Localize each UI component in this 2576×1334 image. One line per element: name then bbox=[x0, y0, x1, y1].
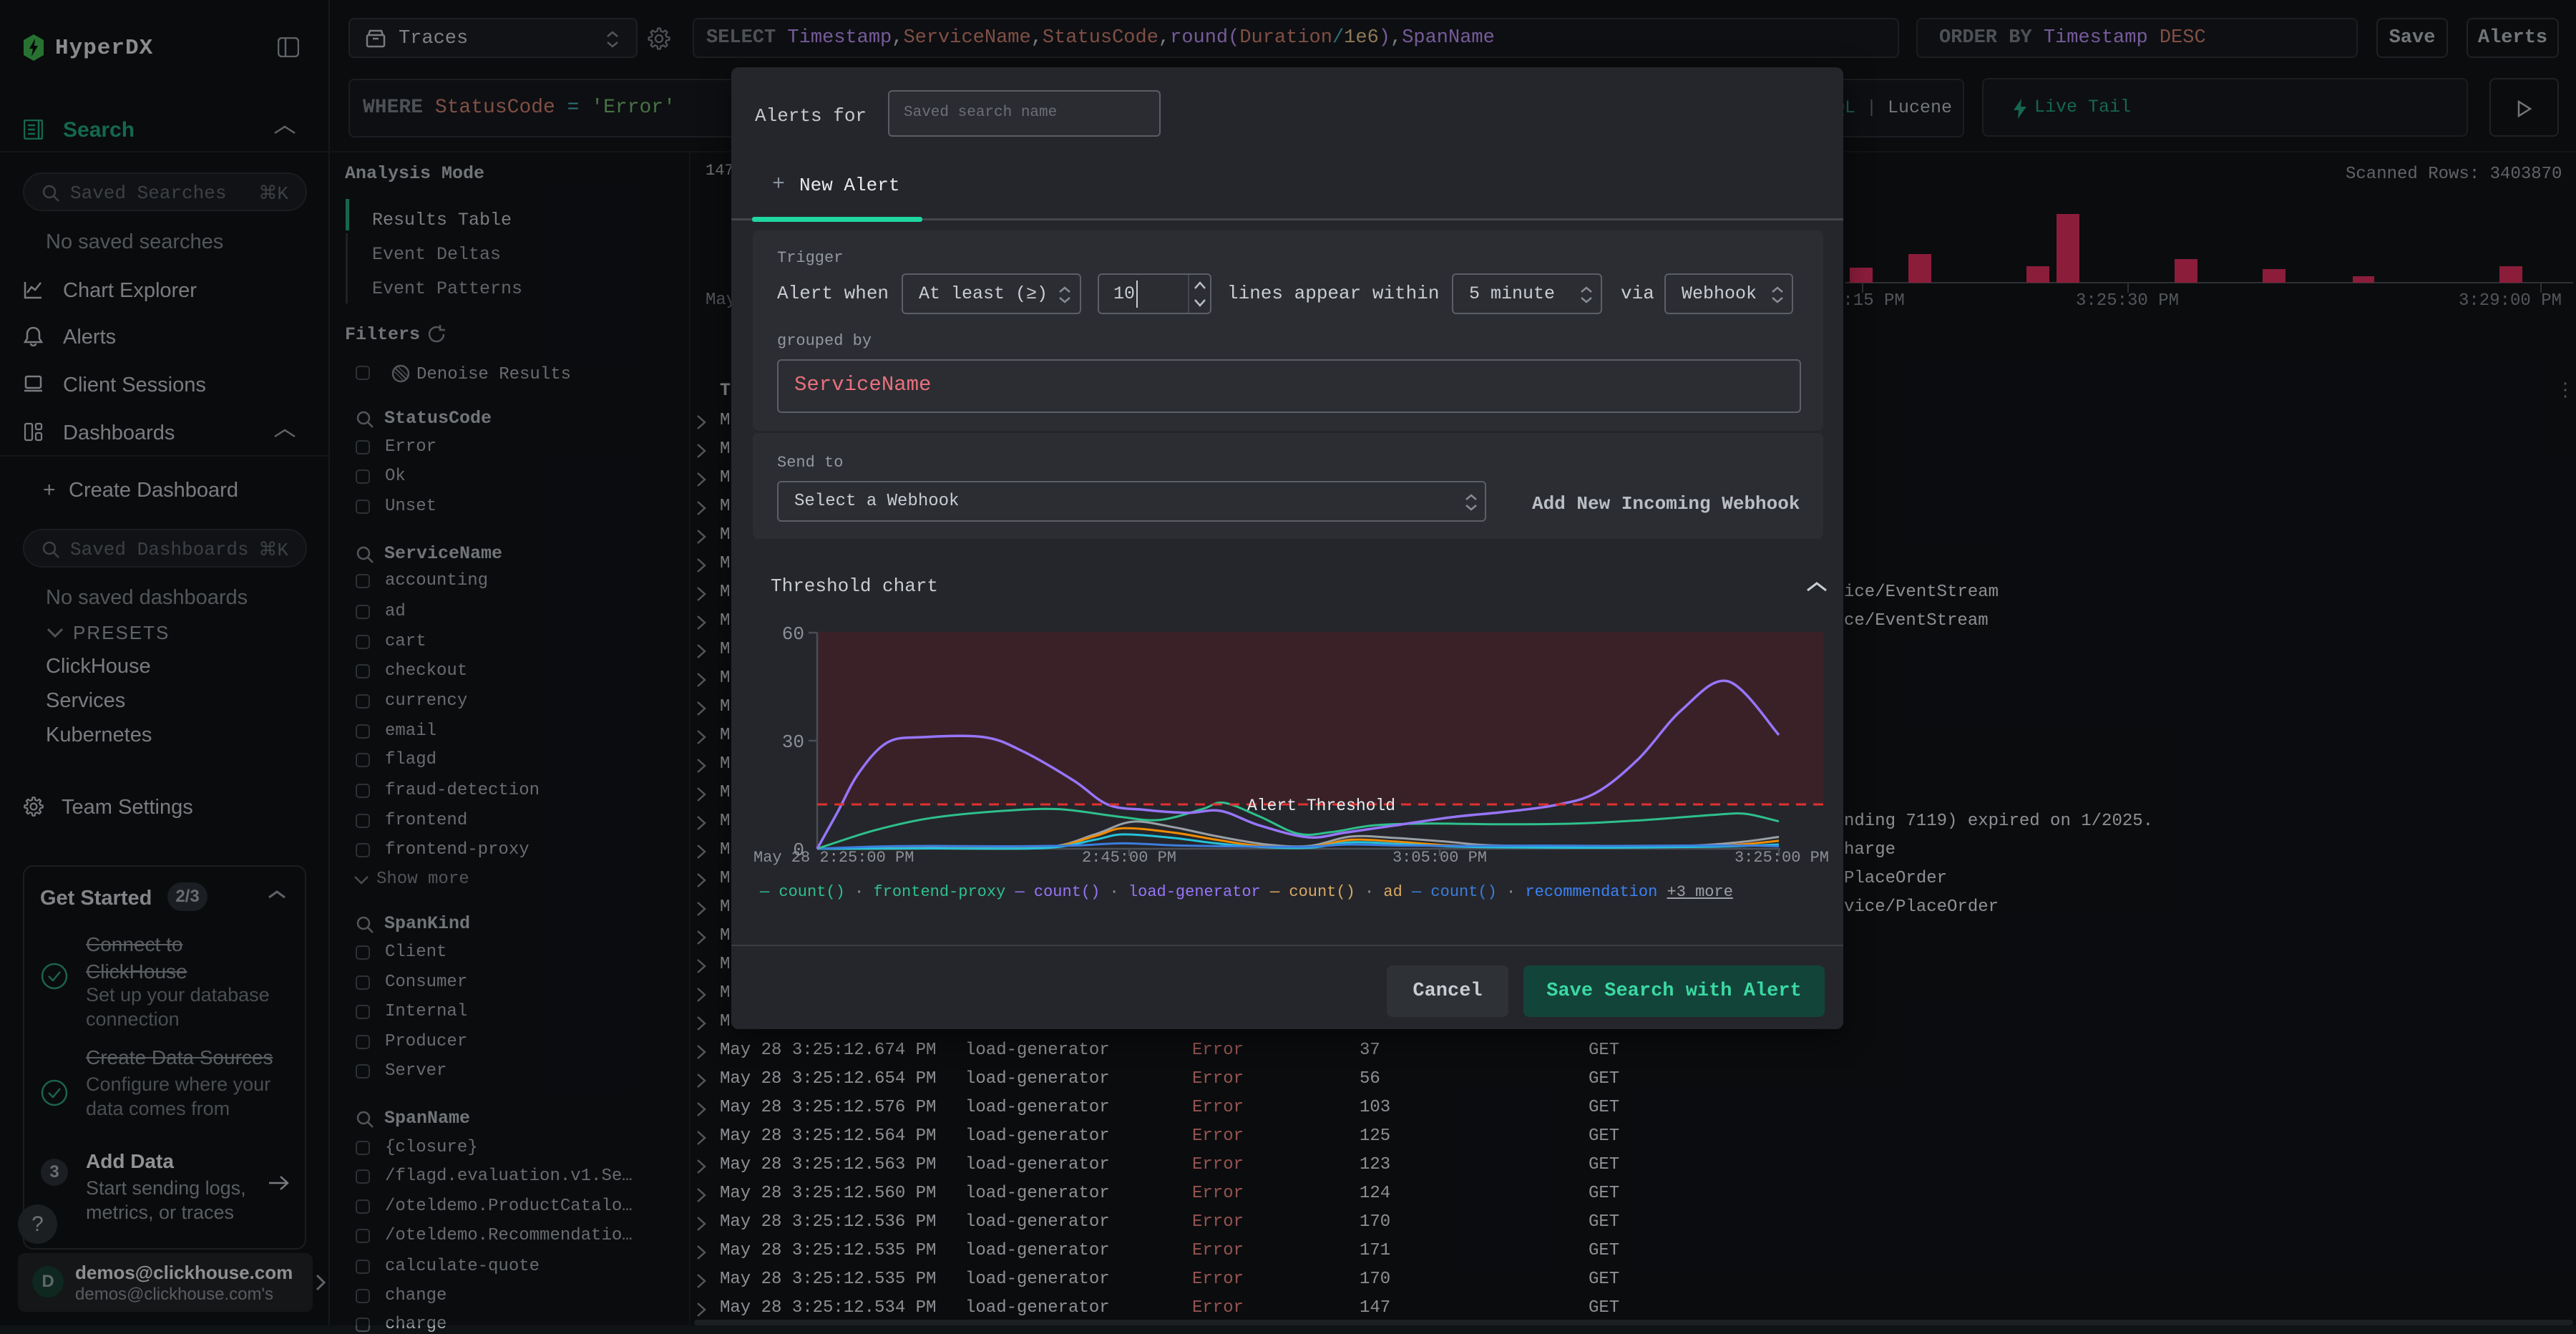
svg-text:Alert Threshold: Alert Threshold bbox=[1247, 797, 1395, 815]
svg-text:2:45:00 PM: 2:45:00 PM bbox=[1082, 849, 1176, 867]
svg-text:May 28 2:25:00 PM: May 28 2:25:00 PM bbox=[753, 849, 914, 867]
svg-text:3:25:00 PM: 3:25:00 PM bbox=[1735, 849, 1829, 867]
svg-text:60: 60 bbox=[782, 623, 804, 645]
svg-text:30: 30 bbox=[782, 731, 804, 753]
svg-text:3:05:00 PM: 3:05:00 PM bbox=[1392, 849, 1487, 867]
